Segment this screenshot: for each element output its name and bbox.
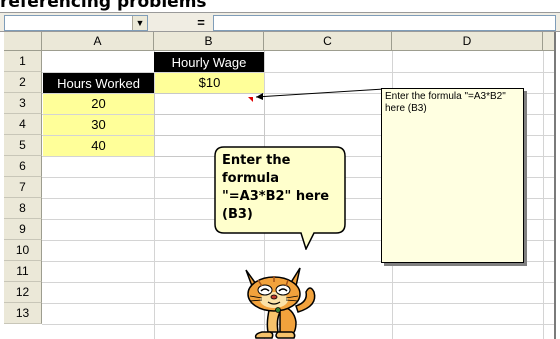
cell-comment[interactable]: Enter the formula "=A3*B2" here (B3) bbox=[381, 88, 524, 263]
speech-bubble: Enter the formula "=A3*B2" here (B3) bbox=[214, 146, 346, 250]
cartoon-cat-icon bbox=[236, 262, 326, 339]
comment-text: Enter the formula "=A3*B2" here (B3) bbox=[385, 91, 506, 114]
speech-bubble-text: Enter the formula "=A3*B2" here (B3) bbox=[222, 153, 330, 222]
